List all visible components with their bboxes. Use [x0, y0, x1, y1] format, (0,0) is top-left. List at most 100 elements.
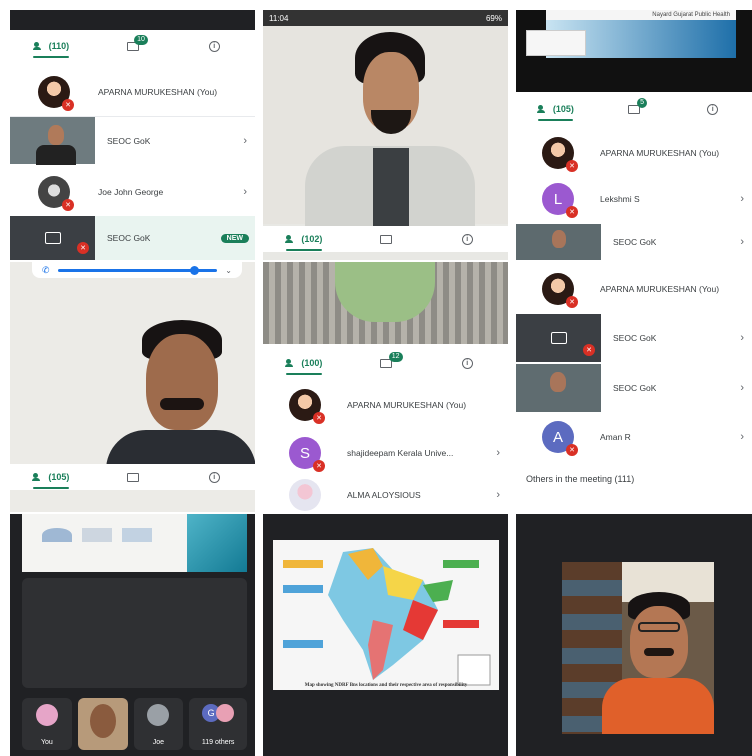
- chat-icon: [126, 472, 139, 482]
- tab-info[interactable]: i: [426, 350, 508, 376]
- chevron-right-icon[interactable]: ›: [740, 236, 744, 248]
- avatar: [289, 479, 321, 511]
- participant-name: Aman R: [600, 432, 631, 442]
- people-count: (105): [552, 104, 574, 114]
- mic-off-icon: ✕: [313, 412, 325, 424]
- india-map: [283, 548, 491, 686]
- participant-name: SEOC GoK: [107, 135, 151, 146]
- chevron-right-icon[interactable]: ›: [496, 447, 500, 459]
- status-bar: [10, 10, 255, 30]
- tab-people[interactable]: (110): [10, 33, 92, 59]
- avatar: ✕: [38, 176, 74, 211]
- others-heading: Others in the meeting (111): [526, 474, 635, 484]
- participant-row[interactable]: A ✕ Aman R ›: [516, 414, 752, 460]
- participant-row[interactable]: ✕ APARNA MURUKESHAN (You): [516, 266, 752, 312]
- participant-name: shajideepam Kerala Unive...: [347, 448, 454, 458]
- panel-meet-grid: You Joe G 119 others: [10, 514, 255, 756]
- participant-row[interactable]: ✕ SEOC GoK ›: [516, 314, 752, 362]
- tab-chat[interactable]: 10: [92, 33, 174, 59]
- participant-name: ALMA ALOYSIOUS: [347, 490, 421, 500]
- participant-name: SEOC GoK: [613, 333, 657, 343]
- status-battery: 69%: [485, 13, 502, 23]
- video-thumbnail: [516, 364, 601, 412]
- participant-name: SEOC GoK: [613, 383, 657, 393]
- mic-off-icon: ✕: [566, 160, 578, 172]
- people-count: (100): [301, 358, 323, 368]
- chat-badge: 10: [134, 35, 148, 45]
- avatar: L ✕: [542, 183, 578, 218]
- tab-info[interactable]: i: [673, 96, 752, 122]
- shared-screen: [22, 514, 247, 572]
- participant-row[interactable]: L ✕ Lekshmi S ›: [516, 176, 752, 222]
- tab-bar: (105) i: [10, 464, 255, 490]
- participant-name: APARNA MURUKESHAN (You): [98, 87, 218, 97]
- mic-off-icon: ✕: [566, 444, 578, 456]
- participant-label: You: [40, 739, 53, 746]
- panel-meet-people-4: ✕ APARNA MURUKESHAN (You) ✕ SEOC GoK › S…: [516, 262, 752, 512]
- participant-tile[interactable]: G 119 others: [189, 698, 248, 750]
- chevron-down-icon[interactable]: ⌄: [225, 266, 232, 275]
- tab-bar: (110) 10 i: [10, 33, 255, 59]
- chevron-right-icon[interactable]: ›: [740, 431, 744, 443]
- video-thumbnail: [516, 224, 601, 260]
- tab-chat[interactable]: [92, 464, 174, 490]
- status-bar: 11:04 69%: [263, 10, 508, 26]
- participant-row[interactable]: SEOC GoK ›: [10, 116, 255, 165]
- participant-row[interactable]: SEOC GoK ›: [516, 224, 752, 260]
- chevron-right-icon[interactable]: ›: [243, 186, 247, 198]
- status-time: 11:04: [269, 13, 289, 23]
- tab-info[interactable]: i: [426, 226, 508, 252]
- tab-chat[interactable]: 5: [595, 96, 674, 122]
- video-thumbnail: [10, 117, 95, 165]
- participant-row[interactable]: ✕ SEOC GoK NEW: [10, 216, 255, 260]
- avatar: S ✕: [289, 437, 325, 472]
- chat-badge: 12: [388, 352, 403, 362]
- people-icon: [285, 359, 298, 367]
- participant-tile[interactable]: You: [22, 698, 72, 750]
- tab-people[interactable]: (105): [10, 464, 92, 490]
- chevron-right-icon[interactable]: ›: [740, 193, 744, 205]
- chat-badge: 5: [637, 98, 648, 108]
- present-screen-icon: [44, 232, 61, 244]
- participant-row[interactable]: ✕ APARNA MURUKESHAN (You): [10, 68, 255, 116]
- chevron-right-icon[interactable]: ›: [740, 382, 744, 394]
- tab-people[interactable]: (102): [263, 226, 345, 252]
- banner-text: Nayard Gujarat Public Health: [546, 10, 736, 20]
- participant-row[interactable]: ✕ APARNA MURUKESHAN (You): [516, 130, 752, 176]
- panel-video-2: ✆ ⌄ (105) i: [10, 262, 255, 512]
- volume-slider[interactable]: ✆ ⌄: [32, 262, 242, 278]
- participant-name: SEOC GoK: [107, 233, 151, 243]
- avatar: ✕: [289, 389, 325, 424]
- chevron-right-icon[interactable]: ›: [496, 489, 500, 501]
- participant-tile[interactable]: [77, 698, 128, 750]
- tab-people[interactable]: (100): [263, 350, 345, 376]
- participant-row[interactable]: ALMA ALOYSIOUS ›: [263, 478, 508, 512]
- info-icon: i: [208, 471, 220, 483]
- people-count: (105): [48, 472, 70, 482]
- participant-strip: You Joe G 119 others: [22, 698, 248, 750]
- participant-row[interactable]: S ✕ shajideepam Kerala Unive... ›: [263, 430, 508, 476]
- participant-row[interactable]: ✕ Joe John George ›: [10, 168, 255, 216]
- participant-tile[interactable]: Joe: [133, 698, 184, 750]
- participant-name: APARNA MURUKESHAN (You): [600, 284, 720, 294]
- tab-people[interactable]: (105): [516, 96, 595, 122]
- people-icon: [536, 105, 550, 113]
- chevron-right-icon[interactable]: ›: [740, 332, 744, 344]
- tab-info[interactable]: i: [173, 33, 255, 59]
- info-icon: i: [461, 233, 473, 245]
- participant-name: Joe John George: [98, 187, 164, 197]
- avatar-initial: A: [552, 428, 563, 446]
- mic-off-icon: ✕: [566, 296, 578, 308]
- chevron-right-icon[interactable]: ›: [243, 135, 247, 147]
- tab-chat[interactable]: [345, 226, 427, 252]
- tab-info[interactable]: i: [173, 464, 255, 490]
- panel-shared-map: Map showing NDRF Bns locations and their…: [263, 514, 508, 756]
- video-feed: [562, 562, 714, 734]
- info-icon: i: [461, 357, 473, 369]
- panel-video-3: [516, 514, 752, 756]
- tab-chat[interactable]: 12: [345, 350, 427, 376]
- avatar: A ✕: [542, 421, 578, 456]
- participant-row[interactable]: ✕ APARNA MURUKESHAN (You): [263, 382, 508, 428]
- participant-row[interactable]: SEOC GoK ›: [516, 364, 752, 412]
- people-count: (102): [301, 234, 323, 244]
